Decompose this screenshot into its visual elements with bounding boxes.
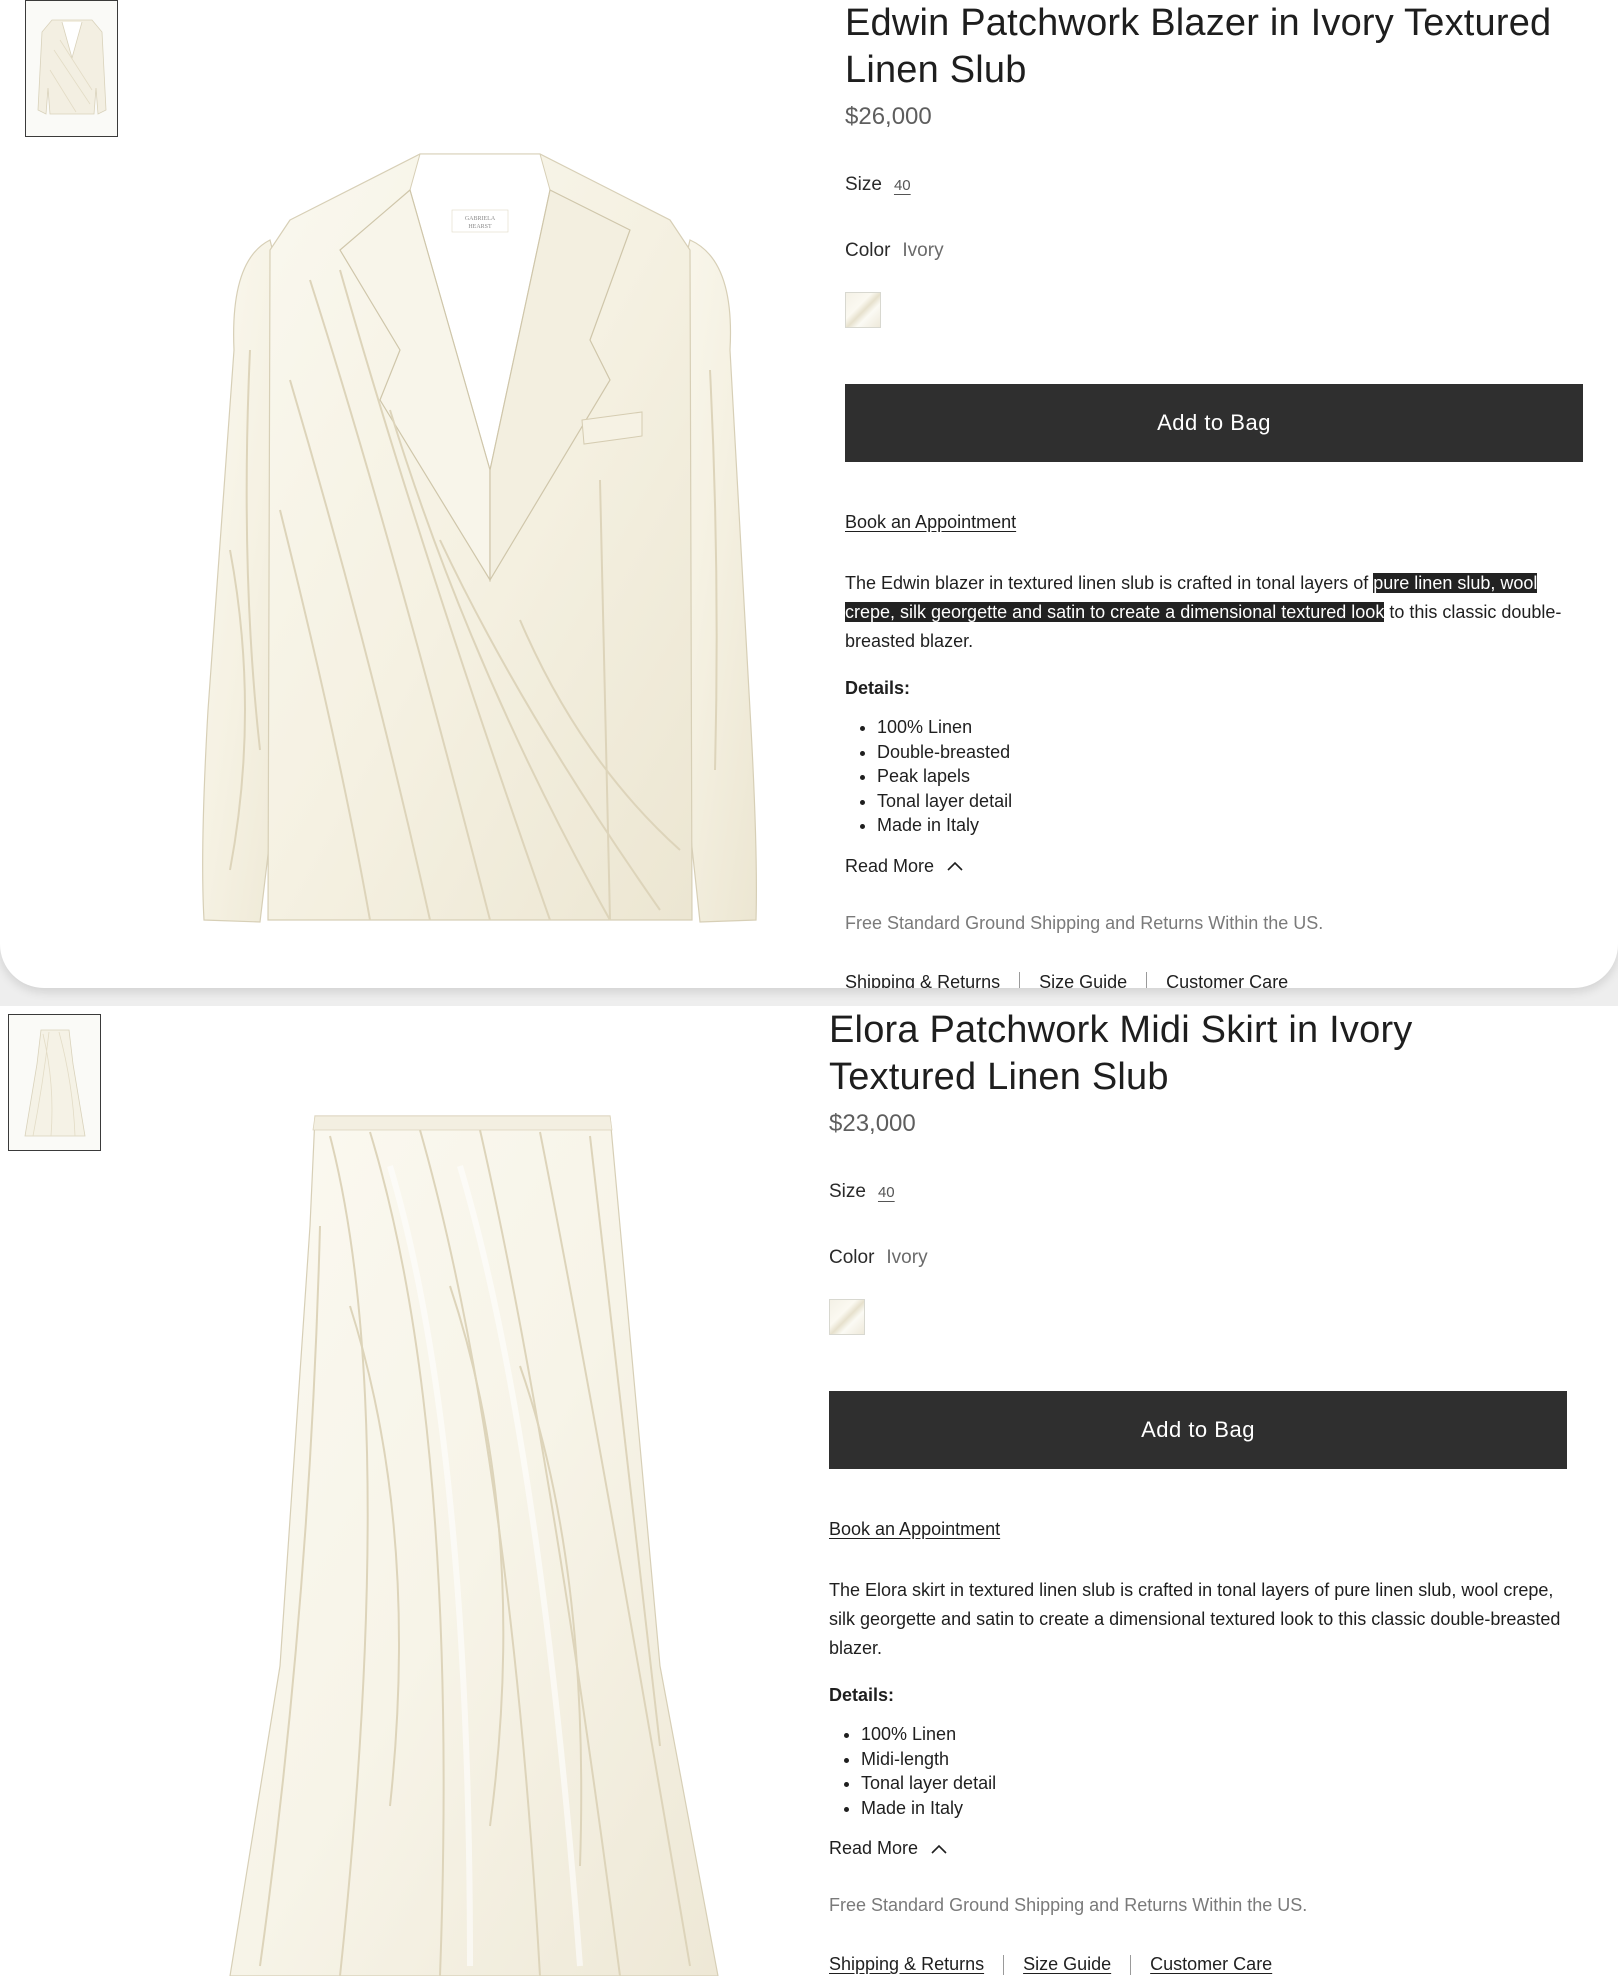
size-value[interactable]: 40 — [878, 1184, 895, 1201]
details-item: Tonal layer detail — [877, 789, 1585, 814]
product-description: The Elora skirt in textured linen slub i… — [829, 1580, 1561, 1658]
blazer-image: GABRIELA HEARST — [202, 153, 757, 923]
color-selector: Color Ivory — [829, 1247, 1569, 1269]
size-selector: Size 40 — [845, 174, 1585, 196]
divider — [1130, 1954, 1132, 1975]
product-panel-blazer: GABRIELA HEARST Edwin Patchwork Blazer i… — [0, 0, 1618, 988]
product-panel-skirt: Elora Patchwork Midi Skirt in Ivory Text… — [0, 1006, 1618, 1980]
details-item: Made in Italy — [861, 1796, 1569, 1821]
color-label: Color — [829, 1247, 875, 1268]
product-title: Edwin Patchwork Blazer in Ivory Textured… — [845, 2, 1552, 91]
shipping-note: Free Standard Ground Shipping and Return… — [845, 912, 1324, 933]
divider — [1003, 1954, 1005, 1975]
chevron-up-icon — [947, 861, 963, 871]
read-more-label: Read More — [845, 855, 935, 876]
add-to-bag-button[interactable]: Add to Bag — [845, 384, 1583, 462]
color-selector: Color Ivory — [845, 240, 1585, 262]
details-list: 100% Linen Midi-length Tonal layer detai… — [829, 1722, 1569, 1820]
read-more-label: Read More — [829, 1838, 919, 1858]
skirt-image — [229, 1115, 719, 1976]
shipping-returns-link[interactable]: Shipping & Returns — [845, 972, 1000, 989]
footer-links: Shipping & Returns Size Guide Customer C… — [829, 1954, 1569, 1975]
brand-label-text: GABRIELA — [465, 216, 496, 222]
divider — [1019, 972, 1021, 988]
details-item: Midi-length — [861, 1747, 1569, 1772]
shipping-note: Free Standard Ground Shipping and Return… — [829, 1895, 1308, 1915]
divider — [1146, 972, 1148, 988]
brand-label-text-2: HEARST — [468, 224, 492, 230]
shipping-returns-link[interactable]: Shipping & Returns — [829, 1954, 984, 1975]
book-appointment-link[interactable]: Book an Appointment — [829, 1519, 1000, 1540]
customer-care-link[interactable]: Customer Care — [1150, 1954, 1272, 1975]
product-info: Elora Patchwork Midi Skirt in Ivory Text… — [829, 1007, 1569, 1975]
footer-links: Shipping & Returns Size Guide Customer C… — [845, 972, 1585, 989]
color-value: Ivory — [886, 1247, 928, 1268]
details-item: Peak lapels — [877, 764, 1585, 789]
color-swatch-ivory[interactable] — [845, 292, 881, 328]
details-list: 100% Linen Double-breasted Peak lapels T… — [845, 715, 1585, 838]
details-item: Made in Italy — [877, 813, 1585, 838]
size-guide-link[interactable]: Size Guide — [1023, 1954, 1111, 1975]
book-appointment-link[interactable]: Book an Appointment — [845, 512, 1016, 533]
details-heading: Details: — [829, 1685, 895, 1705]
color-value: Ivory — [902, 240, 944, 261]
details-item: Double-breasted — [877, 740, 1585, 765]
product-thumbnail[interactable] — [25, 0, 118, 137]
product-info: Edwin Patchwork Blazer in Ivory Textured… — [845, 0, 1585, 988]
size-value[interactable]: 40 — [894, 177, 911, 194]
product-price: $23,000 — [829, 1110, 916, 1137]
skirt-thumbnail-image — [24, 1029, 85, 1136]
chevron-up-icon — [931, 1844, 947, 1854]
size-label: Size — [829, 1181, 866, 1202]
size-selector: Size 40 — [829, 1181, 1569, 1203]
customer-care-link[interactable]: Customer Care — [1166, 972, 1288, 989]
details-item: 100% Linen — [861, 1722, 1569, 1747]
size-label: Size — [845, 174, 882, 195]
color-swatch-ivory[interactable] — [829, 1299, 865, 1335]
details-item: 100% Linen — [877, 715, 1585, 740]
product-title: Elora Patchwork Midi Skirt in Ivory Text… — [829, 1009, 1413, 1098]
read-more-toggle[interactable]: Read More — [845, 856, 1585, 877]
add-to-bag-button[interactable]: Add to Bag — [829, 1391, 1567, 1469]
size-guide-link[interactable]: Size Guide — [1039, 972, 1127, 989]
details-item: Tonal layer detail — [861, 1771, 1569, 1796]
product-thumbnail[interactable] — [8, 1014, 101, 1151]
details-heading: Details: — [845, 678, 911, 698]
description-text: The Edwin blazer in textured linen slub … — [845, 573, 1374, 593]
color-label: Color — [845, 240, 891, 261]
read-more-toggle[interactable]: Read More — [829, 1838, 1569, 1859]
blazer-thumbnail-image — [37, 19, 106, 115]
product-price: $26,000 — [845, 103, 932, 130]
product-description: The Edwin blazer in textured linen slub … — [845, 569, 1585, 656]
